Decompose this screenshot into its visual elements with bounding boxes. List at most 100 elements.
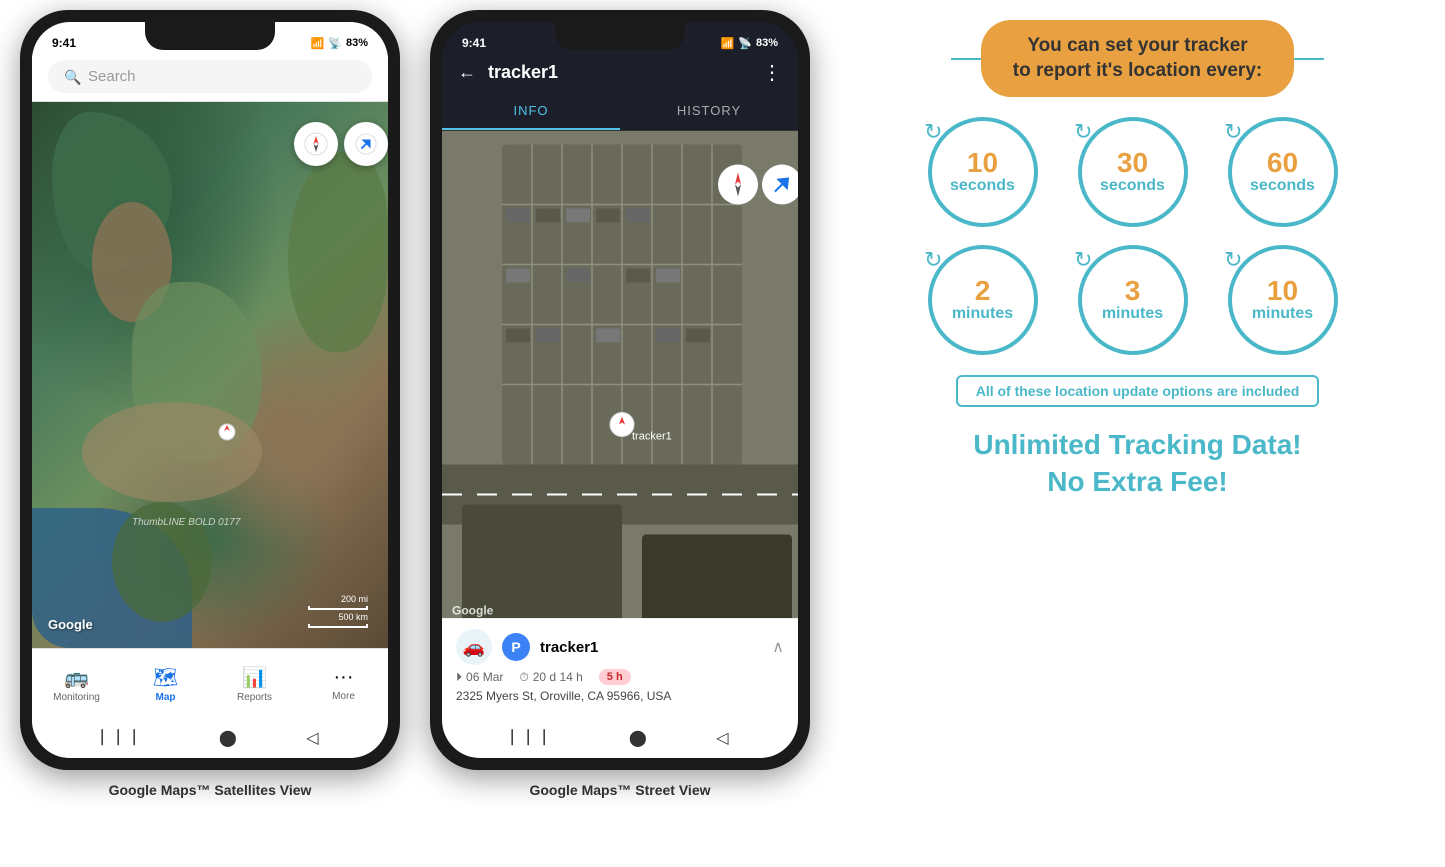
tab-history-label: HISTORY [677, 103, 741, 118]
parking-badge: P [502, 633, 530, 661]
phone2-battery: 83% [756, 37, 778, 49]
circle-60sec: 60 seconds [1228, 117, 1338, 227]
calendar-icon: ⏵ [456, 670, 462, 685]
svg-text:tracker1: tracker1 [632, 431, 672, 443]
phone2-app-header: ← tracker1 ⋮ [442, 54, 798, 93]
reports-icon: 📊 [242, 665, 267, 690]
phone1-notch [145, 22, 275, 50]
phone2-wifi-icon: 📡 [738, 37, 752, 50]
phone1-signal-icon: 📶 [311, 37, 325, 50]
aerial-map-svg: tracker1 Google [442, 131, 798, 618]
phone1-screen: 9:41 📶 📡 83% 🔍 Search [32, 22, 388, 758]
address-row: 2325 Myers St, Oroville, CA 95966, USA [456, 689, 784, 703]
nav-more[interactable]: ··· More [299, 666, 388, 702]
info-top-row: 🚗 P tracker1 ∧ [456, 629, 784, 665]
phone2-container: 9:41 📶 📡 83% ← tracker1 ⋮ INFO [430, 10, 810, 798]
search-placeholder: Search [88, 68, 136, 85]
clock-icon: ⏱ [519, 670, 528, 685]
android-nav-1: ⎸⎸⎸ ⬤ ◁ [32, 718, 388, 758]
compass-button[interactable] [294, 122, 338, 166]
info-tracker-name: tracker1 [540, 639, 762, 656]
search-bar[interactable]: 🔍 Search [48, 60, 372, 93]
circle-30sec-unit: seconds [1100, 177, 1165, 195]
android-recent-2[interactable]: ◁ [716, 728, 728, 748]
circle-10min-number: 10 [1267, 277, 1298, 305]
android-back[interactable]: ⎸⎸⎸ [101, 729, 149, 747]
unlimited-line1: Unlimited Tracking Data! [973, 427, 1301, 463]
phone2-caption: Google Maps™ Street View [529, 782, 710, 798]
reports-label: Reports [237, 692, 272, 703]
nav-reports[interactable]: 📊 Reports [210, 665, 299, 703]
map-label: ThumbLINE BOLD 0177 [132, 517, 240, 528]
circle-2min-unit: minutes [952, 305, 1013, 323]
circle-60sec-number: 60 [1267, 149, 1298, 177]
navigate-button[interactable] [344, 122, 388, 166]
tracker-vehicle-icon: 🚗 [456, 629, 492, 665]
scale-200mi: 200 mi [341, 594, 368, 604]
google-logo-1: Google [48, 617, 93, 632]
circles-grid: 10 seconds 30 seconds 60 seconds 2 minut… [928, 117, 1348, 355]
phone2-screen: 9:41 📶 📡 83% ← tracker1 ⋮ INFO [442, 22, 798, 758]
headline-text: You can set your tracker to report it's … [1013, 35, 1262, 81]
circle-3min-number: 3 [1125, 277, 1141, 305]
phone2-time: 9:41 [462, 36, 486, 50]
more-label: More [332, 691, 355, 702]
info-details-row: ⏵ 06 Mar ⏱ 20 d 14 h 5 h [456, 669, 784, 685]
search-icon: 🔍 [64, 69, 80, 85]
circle-10sec-number: 10 [967, 149, 998, 177]
nav-map[interactable]: 🗺 Map [121, 665, 210, 703]
duration-detail: ⏱ 20 d 14 h [519, 669, 582, 685]
satellite-map-bg: ThumbLINE BOLD 0177 [32, 102, 388, 648]
tracker-title: tracker1 [488, 62, 750, 83]
android-recent[interactable]: ◁ [306, 728, 318, 748]
map-label-nav: Map [156, 692, 176, 703]
circle-10sec-unit: seconds [950, 177, 1015, 195]
bottom-nav-1: 🚌 Monitoring 🗺 Map 📊 Reports ··· More [32, 648, 388, 718]
time-badge: 5 h [599, 669, 631, 685]
info-address: 2325 Myers St, Oroville, CA 95966, USA [456, 689, 671, 703]
unlimited-text-block: Unlimited Tracking Data! No Extra Fee! [973, 427, 1301, 500]
svg-text:Google: Google [452, 604, 494, 618]
phone1-time: 9:41 [52, 36, 76, 50]
scale-line-km [308, 624, 368, 628]
info-date: 06 Mar [466, 670, 503, 684]
phone1-search-header: 🔍 Search [32, 54, 388, 102]
back-button[interactable]: ← [458, 62, 476, 83]
info-section: You can set your tracker to report it's … [830, 0, 1445, 520]
more-menu-button[interactable]: ⋮ [762, 60, 782, 85]
headline-box: You can set your tracker to report it's … [981, 20, 1294, 97]
circle-3min-unit: minutes [1102, 305, 1163, 323]
map-icon: 🗺 [153, 665, 178, 690]
phones-section: 9:41 📶 📡 83% 🔍 Search [0, 0, 830, 808]
circle-3min: 3 minutes [1078, 245, 1188, 355]
phone2-signal-icon: 📶 [721, 37, 735, 50]
circle-60sec-unit: seconds [1250, 177, 1315, 195]
phone1-frame: 9:41 📶 📡 83% 🔍 Search [20, 10, 400, 770]
circle-2min: 2 minutes [928, 245, 1038, 355]
nav-monitoring[interactable]: 🚌 Monitoring [32, 665, 121, 703]
phone2-status-right: 📶 📡 83% [721, 37, 778, 50]
expand-button[interactable]: ∧ [772, 637, 784, 657]
phone1-wifi-icon: 📡 [328, 37, 342, 50]
sat-shape5 [82, 402, 262, 502]
info-panel: 🚗 P tracker1 ∧ ⏵ 06 Mar ⏱ 20 d 14 h [442, 618, 798, 718]
included-text: All of these location update options are… [976, 383, 1300, 399]
android-home[interactable]: ⬤ [219, 728, 237, 748]
sat-shape3 [288, 152, 388, 352]
tab-info[interactable]: INFO [442, 93, 620, 130]
right-teal-line [1294, 58, 1324, 60]
phone1-battery: 83% [346, 37, 368, 49]
tabs-bar: INFO HISTORY [442, 93, 798, 131]
circle-30sec-number: 30 [1117, 149, 1148, 177]
more-icon: ··· [334, 666, 354, 689]
scale-bar: 200 mi 500 km [308, 594, 368, 628]
android-home-2[interactable]: ⬤ [629, 728, 647, 748]
tab-history[interactable]: HISTORY [620, 93, 798, 130]
phone1-caption: Google Maps™ Satellites View [109, 782, 312, 798]
circle-10min: 10 minutes [1228, 245, 1338, 355]
monitoring-icon: 🚌 [64, 665, 89, 690]
android-back-2[interactable]: ⎸⎸⎸ [511, 729, 559, 747]
phone1-status-right: 📶 📡 83% [311, 37, 368, 50]
unlimited-line2: No Extra Fee! [973, 464, 1301, 500]
android-nav-2: ⎸⎸⎸ ⬤ ◁ [442, 718, 798, 758]
